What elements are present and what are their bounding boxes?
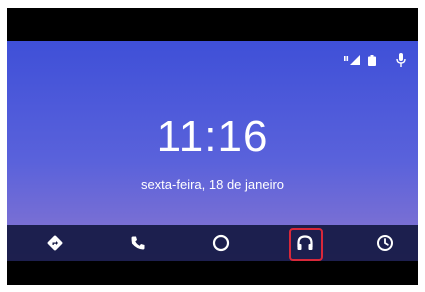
device-frame: 11:16 sexta-feira, 18 de janeiro — [7, 8, 418, 285]
battery-icon — [368, 54, 376, 66]
microphone-icon[interactable] — [396, 53, 406, 67]
nav-phone-button[interactable] — [118, 225, 158, 261]
phone-icon — [130, 235, 146, 251]
signal-icon — [344, 55, 360, 65]
android-auto-screen: 11:16 sexta-feira, 18 de janeiro — [7, 41, 418, 261]
date-text: sexta-feira, 18 de janeiro — [140, 177, 285, 192]
nav-audio-button[interactable] — [285, 225, 325, 261]
nav-navigation-button[interactable] — [35, 225, 75, 261]
nav-bar — [7, 225, 418, 261]
nav-home-button[interactable] — [201, 225, 241, 261]
headphones-icon — [296, 234, 314, 252]
clock-time: 11:16 — [156, 112, 269, 161]
status-bar — [344, 41, 418, 79]
nav-recents-button[interactable] — [365, 225, 405, 261]
home-icon — [212, 234, 230, 252]
recents-icon — [376, 234, 394, 252]
navigation-icon — [47, 235, 63, 251]
